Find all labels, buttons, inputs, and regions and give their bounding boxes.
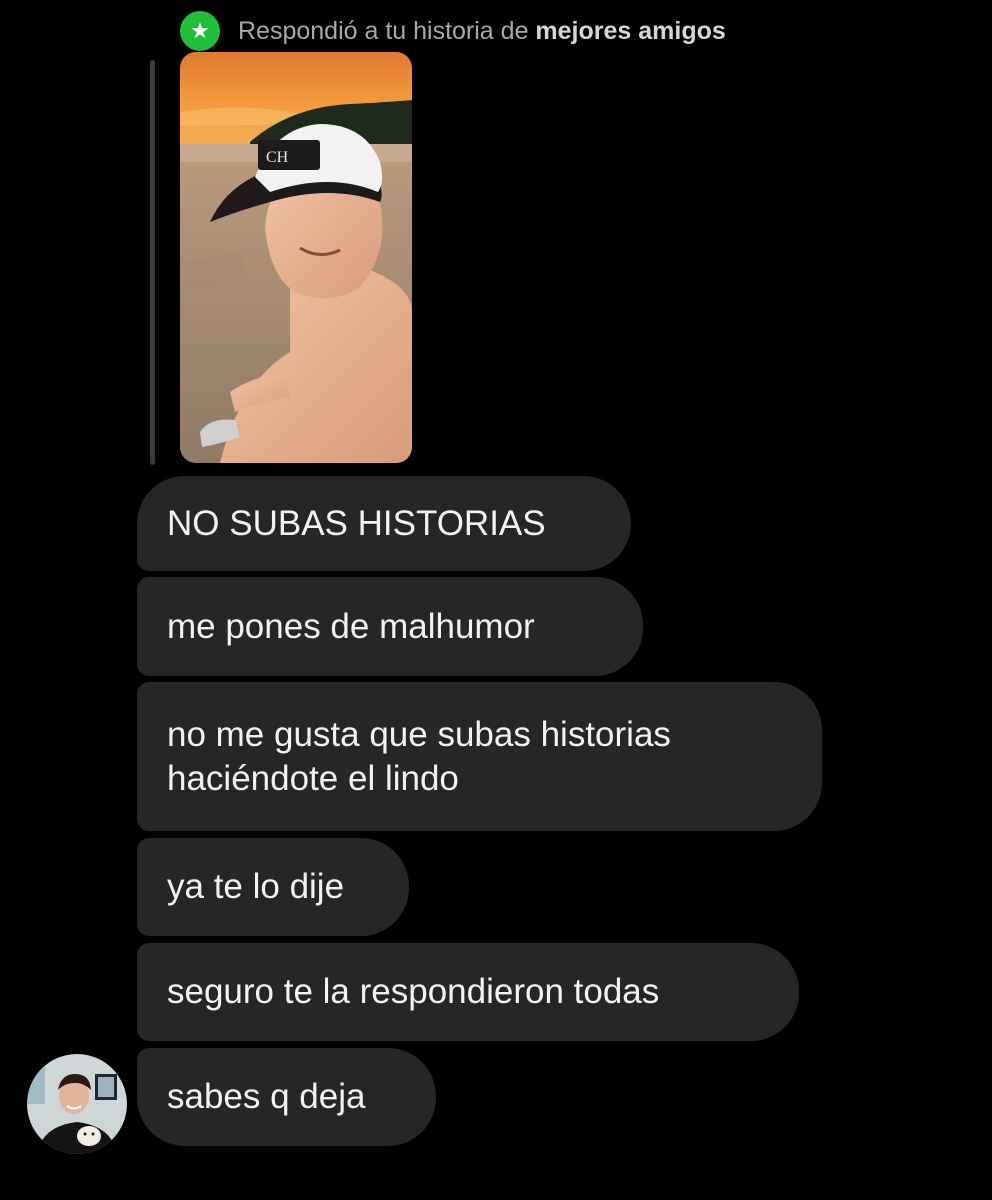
message-bubble[interactable]: me pones de malhumor [137, 577, 643, 676]
message-text: ya te lo dije [167, 867, 345, 906]
sender-avatar[interactable] [27, 1054, 127, 1154]
story-thumbnail[interactable]: CH [180, 52, 412, 463]
message-bubble[interactable]: sabes q deja [137, 1048, 436, 1146]
svg-text:CH: CH [266, 149, 289, 166]
message-text: sabes q deja [167, 1077, 366, 1116]
avatar-photo [27, 1054, 127, 1154]
close-friends-label: mejores amigos [535, 16, 726, 45]
star-icon: ★ [180, 11, 220, 51]
reply-header-text: Respondió a tu historia de mejores amigo… [238, 16, 726, 45]
story-reply-header: ★ Respondió a tu historia de mejores ami… [180, 11, 726, 51]
message-text: no me gusta que subas historias haciéndo… [167, 714, 671, 798]
message-bubble[interactable]: no me gusta que subas historias haciéndo… [137, 682, 822, 831]
reply-quote-bar [150, 60, 155, 465]
beach-sunset-photo: CH [180, 52, 412, 463]
message-text: me pones de malhumor [167, 606, 535, 646]
message-bubble[interactable]: ya te lo dije [137, 838, 409, 936]
message-text: NO SUBAS HISTORIAS [167, 503, 546, 543]
message-bubble[interactable]: seguro te la respondieron todas [137, 943, 799, 1041]
message-text: seguro te la respondieron todas [167, 972, 660, 1011]
message-bubble[interactable]: NO SUBAS HISTORIAS [137, 476, 631, 571]
